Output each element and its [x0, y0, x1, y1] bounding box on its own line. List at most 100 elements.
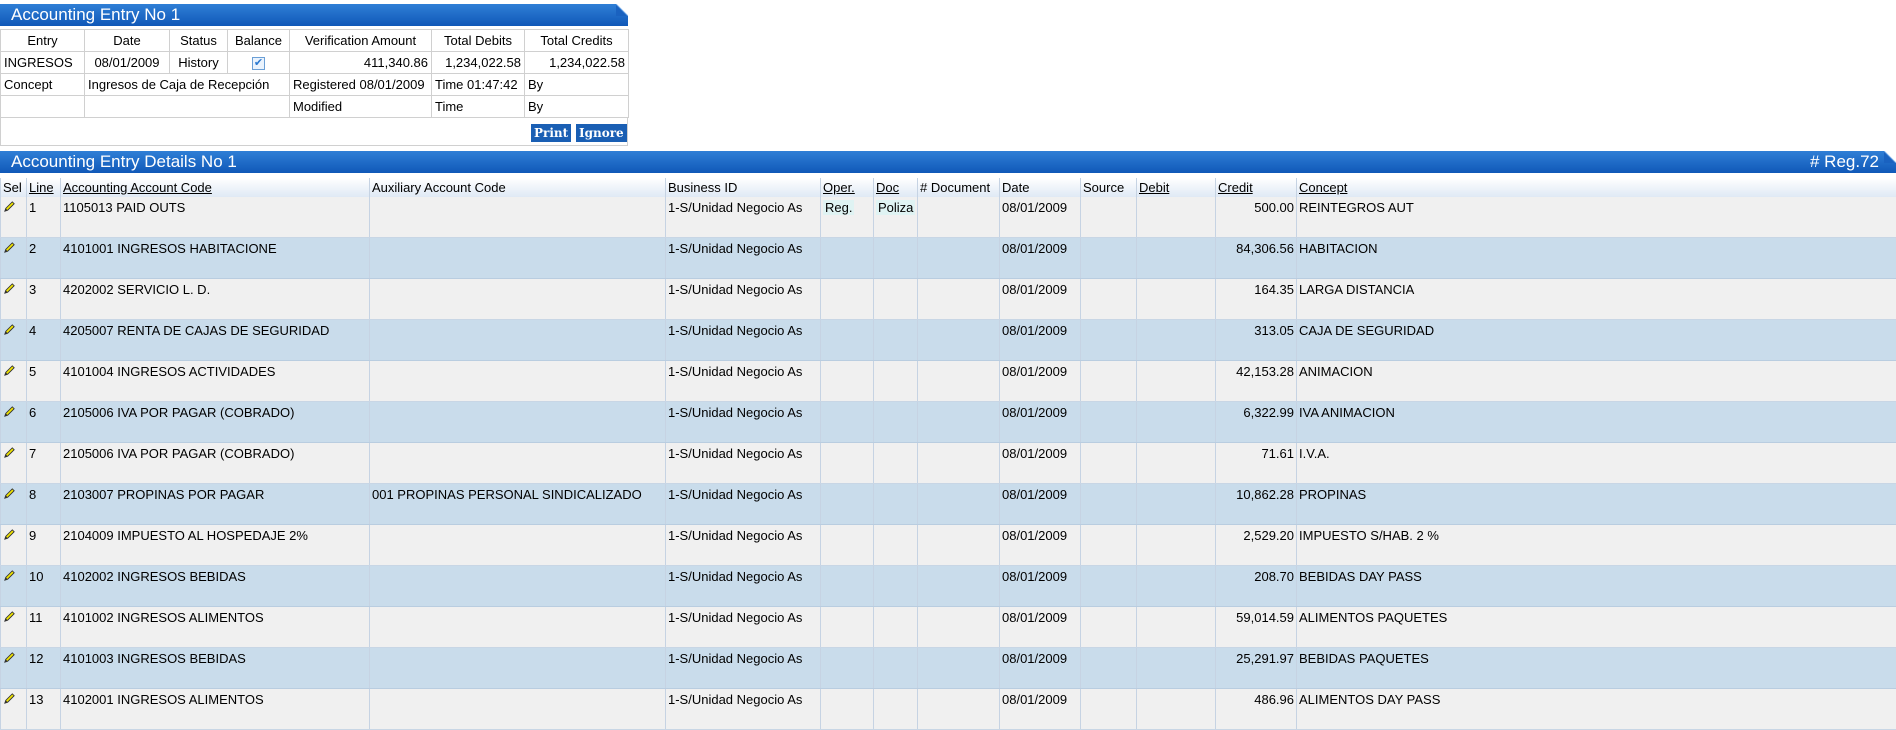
date-cell: 08/01/2009: [1000, 689, 1081, 730]
edit-pencil-icon[interactable]: [3, 283, 16, 298]
debit-cell: [1137, 484, 1216, 525]
debit-cell: [1137, 320, 1216, 361]
details-header-row: Sel Line Accounting Account Code Auxilia…: [1, 178, 1896, 197]
col-header-total-credits: Total Credits: [525, 30, 629, 52]
table-row[interactable]: 124101003 INGRESOS BEBIDAS1-S/Unidad Neg…: [1, 648, 1896, 689]
credit-cell: 71.61: [1216, 443, 1297, 484]
date-cell: 08/01/2009: [1000, 525, 1081, 566]
table-row[interactable]: 24101001 INGRESOS HABITACIONE1-S/Unidad …: [1, 238, 1896, 279]
doc-cell: [874, 607, 918, 648]
line-cell: 11: [27, 607, 61, 648]
col-header-doc[interactable]: Doc: [874, 178, 918, 197]
edit-pencil-icon[interactable]: [3, 406, 16, 421]
date-cell: 08/01/2009: [1000, 361, 1081, 402]
details-body: 11105013 PAID OUTS1-S/Unidad Negocio AsR…: [1, 197, 1896, 730]
sel-cell: [1, 648, 27, 689]
col-header-source: Source: [1081, 178, 1137, 197]
ignore-button[interactable]: Ignore: [576, 124, 627, 142]
table-row[interactable]: 92104009 IMPUESTO AL HOSPEDAJE 2%1-S/Uni…: [1, 525, 1896, 566]
col-header-oper[interactable]: Oper.: [821, 178, 874, 197]
edit-pencil-icon[interactable]: [3, 447, 16, 462]
business-id-cell: 1-S/Unidad Negocio As: [666, 689, 821, 730]
col-header-concept[interactable]: Concept: [1297, 178, 1896, 197]
empty-cell: [85, 96, 290, 118]
panel-corner-icon: [616, 4, 628, 16]
document-cell: [918, 238, 1000, 279]
col-header-account-code[interactable]: Accounting Account Code: [61, 178, 370, 197]
details-panel-header: Accounting Entry Details No 1 # Reg.72: [0, 151, 1896, 173]
edit-pencil-icon[interactable]: [3, 529, 16, 544]
document-cell: [918, 525, 1000, 566]
balance-checkbox[interactable]: ✔: [252, 57, 265, 70]
col-header-date: Date: [1000, 178, 1081, 197]
date-cell: 08/01/2009: [1000, 197, 1081, 238]
document-cell: [918, 648, 1000, 689]
aux-account-cell: [370, 607, 666, 648]
debit-cell: [1137, 648, 1216, 689]
print-button[interactable]: Print: [531, 124, 571, 142]
edit-pencil-icon[interactable]: [3, 201, 16, 216]
source-cell: [1081, 648, 1137, 689]
source-cell: [1081, 484, 1137, 525]
source-cell: [1081, 197, 1137, 238]
business-id-cell: 1-S/Unidad Negocio As: [666, 197, 821, 238]
col-header-sel: Sel: [1, 178, 27, 197]
table-row[interactable]: 134102001 INGRESOS ALIMENTOS1-S/Unidad N…: [1, 689, 1896, 730]
document-cell: [918, 197, 1000, 238]
aux-account-cell: [370, 689, 666, 730]
account-code-cell: 2105006 IVA POR PAGAR (COBRADO): [61, 443, 370, 484]
col-header-debit[interactable]: Debit: [1137, 178, 1216, 197]
document-cell: [918, 566, 1000, 607]
concept-cell: IMPUESTO S/HAB. 2 %: [1297, 525, 1896, 566]
col-header-status: Status: [170, 30, 228, 52]
date-cell: 08/01/2009: [1000, 238, 1081, 279]
edit-pencil-icon[interactable]: [3, 242, 16, 257]
table-row[interactable]: 11105013 PAID OUTS1-S/Unidad Negocio AsR…: [1, 197, 1896, 238]
table-row[interactable]: 114101002 INGRESOS ALIMENTOS1-S/Unidad N…: [1, 607, 1896, 648]
concept-label: Concept: [1, 74, 85, 96]
col-header-line[interactable]: Line: [27, 178, 61, 197]
table-row[interactable]: 62105006 IVA POR PAGAR (COBRADO)1-S/Unid…: [1, 402, 1896, 443]
col-header-total-debits: Total Debits: [432, 30, 525, 52]
entry-panel-title: Accounting Entry No 1: [11, 5, 180, 24]
edit-pencil-icon[interactable]: [3, 324, 16, 339]
total-credits-value: 1,234,022.58: [525, 52, 629, 74]
debit-cell: [1137, 443, 1216, 484]
edit-pencil-icon[interactable]: [3, 570, 16, 585]
table-row[interactable]: 104102002 INGRESOS BEBIDAS1-S/Unidad Neg…: [1, 566, 1896, 607]
date-cell: 08/01/2009: [1000, 279, 1081, 320]
col-header-credit[interactable]: Credit: [1216, 178, 1297, 197]
doc-cell: [874, 238, 918, 279]
entry-values-row: INGRESOS 08/01/2009 History ✔ 411,340.86…: [1, 52, 629, 74]
table-row[interactable]: 82103007 PROPINAS POR PAGAR001 PROPINAS …: [1, 484, 1896, 525]
sel-cell: [1, 320, 27, 361]
table-row[interactable]: 44205007 RENTA DE CAJAS DE SEGURIDAD1-S/…: [1, 320, 1896, 361]
concept-cell: CAJA DE SEGURIDAD: [1297, 320, 1896, 361]
modified-by: By: [525, 96, 629, 118]
edit-pencil-icon[interactable]: [3, 693, 16, 708]
record-count: # Reg.72: [1810, 151, 1879, 173]
edit-pencil-icon[interactable]: [3, 488, 16, 503]
oper-cell: [821, 361, 874, 402]
concept-cell: I.V.A.: [1297, 443, 1896, 484]
table-row[interactable]: 34202002 SERVICIO L. D.1-S/Unidad Negoci…: [1, 279, 1896, 320]
date-cell: 08/01/2009: [1000, 402, 1081, 443]
col-header-business-id: Business ID: [666, 178, 821, 197]
source-cell: [1081, 238, 1137, 279]
line-cell: 8: [27, 484, 61, 525]
edit-pencil-icon[interactable]: [3, 365, 16, 380]
source-cell: [1081, 279, 1137, 320]
debit-cell: [1137, 197, 1216, 238]
oper-cell: [821, 689, 874, 730]
table-row[interactable]: 72105006 IVA POR PAGAR (COBRADO)1-S/Unid…: [1, 443, 1896, 484]
edit-pencil-icon[interactable]: [3, 611, 16, 626]
credit-cell: 208.70: [1216, 566, 1297, 607]
table-row[interactable]: 54101004 INGRESOS ACTIVIDADES1-S/Unidad …: [1, 361, 1896, 402]
concept-value: Ingresos de Caja de Recepción: [85, 74, 290, 96]
edit-pencil-icon[interactable]: [3, 652, 16, 667]
registered-by: By: [525, 74, 629, 96]
aux-account-cell: [370, 320, 666, 361]
concept-row: Concept Ingresos de Caja de Recepción Re…: [1, 74, 629, 96]
line-cell: 9: [27, 525, 61, 566]
doc-cell: [874, 443, 918, 484]
